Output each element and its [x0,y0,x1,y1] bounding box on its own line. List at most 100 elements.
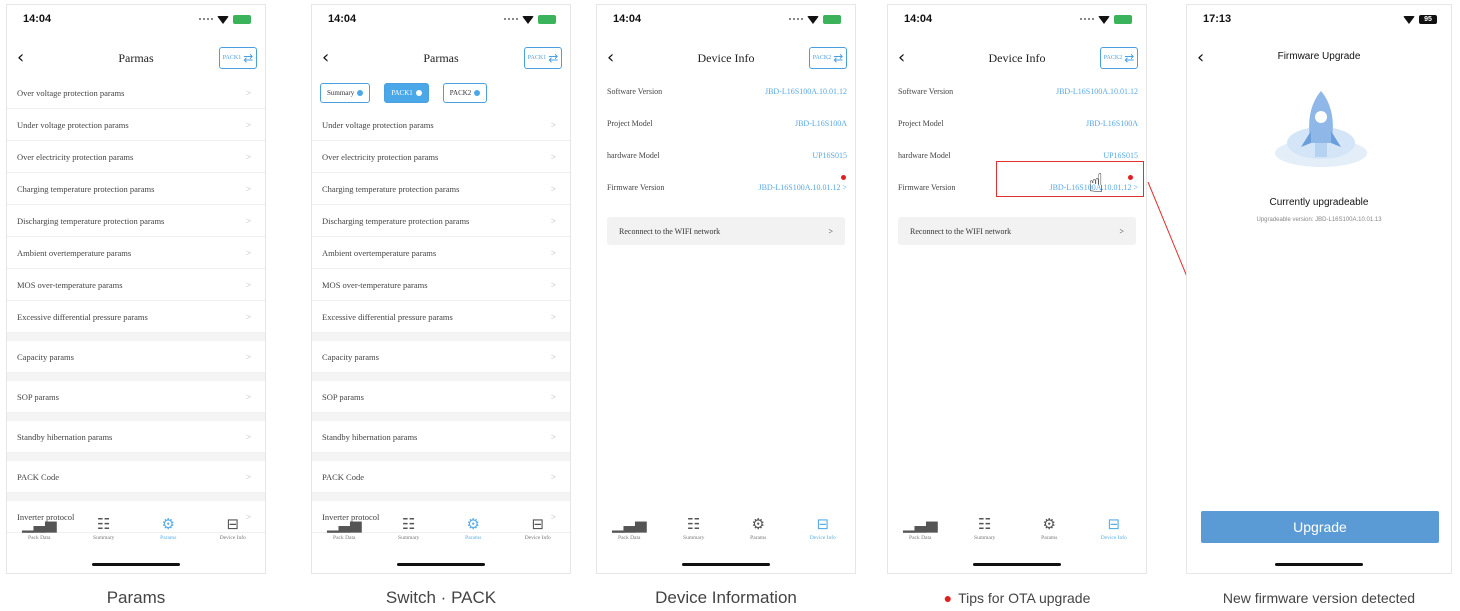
chevron-right-icon: > [245,279,251,290]
reconnect-wifi-button[interactable]: Reconnect to the WIFI network > [607,217,845,245]
pack-switch-button[interactable]: PACK2 ⇄ [1100,47,1138,69]
list-item[interactable]: Ambient overtemperature params > [312,237,570,269]
signal-icon [1080,18,1094,21]
device-info-list: Software Version JBD-L16S100A.10.01.12 Pr… [597,75,855,203]
list-item[interactable]: Standby hibernation params > [312,421,570,453]
check-icon [415,90,422,96]
tab-pack-data[interactable]: ▁▃▅ Pack Data [890,515,950,551]
list-item[interactable]: Discharging temperature protection param… [312,205,570,237]
grid-icon: ☷ [978,515,992,533]
caption-params: Params [106,588,166,607]
tab-params[interactable]: ⚙ Params [728,515,788,551]
section-divider [7,413,265,421]
tab-pack-data[interactable]: ▁▃▅ Pack Data [314,515,374,551]
list-item[interactable]: Under voltage protection params > [312,109,570,141]
list-item[interactable]: Ambient overtemperature params > [7,237,265,269]
upgrade-button[interactable]: Upgrade [1201,511,1439,543]
list-item[interactable]: Over electricity protection params > [7,141,265,173]
status-bar: 14:04 [597,13,855,29]
list-item[interactable]: Under voltage protection params > [7,109,265,141]
list-item[interactable]: MOS over-temperature params > [312,269,570,301]
tab-summary[interactable]: ☷ Summary [955,515,1015,551]
tab-params[interactable]: ⚙ Params [1019,515,1079,551]
tab-summary[interactable]: ☷ Summary [664,515,724,551]
tab-params[interactable]: ⚙ Params [443,515,503,551]
section-divider [7,373,265,381]
reconnect-wifi-button[interactable]: Reconnect to the WIFI network > [898,217,1136,245]
list-item[interactable]: Excessive differential pressure params > [7,301,265,333]
update-badge [841,175,846,180]
wifi-icon [807,15,819,24]
home-indicator [682,563,770,566]
rocket-icon [1275,91,1367,167]
tab-summary[interactable]: ☷ Summary [74,515,134,551]
home-indicator [1275,563,1363,566]
switch-icon: ⇄ [1124,51,1135,65]
status-time: 14:04 [328,13,357,25]
pack-switch-button[interactable]: PACK1 ⇄ [219,47,257,69]
wifi-icon [1403,15,1415,24]
battery-icon [823,15,841,24]
section-divider [7,333,265,341]
list-item[interactable]: SOP params > [312,381,570,413]
tab-summary[interactable]: ☷ Summary [379,515,439,551]
tab-device-info[interactable]: ⊟ Device Info [508,515,568,551]
section-divider [312,373,570,381]
list-item[interactable]: Charging temperature protection params > [7,173,265,205]
tab-pack-data[interactable]: ▁▃▅ Pack Data [9,515,69,551]
bar-chart-icon: ▁▃▅ [611,515,647,533]
list-item[interactable]: Charging temperature protection params > [312,173,570,205]
section-divider [312,333,570,341]
pack-switch-button[interactable]: PACK2 ⇄ [809,47,847,69]
list-item[interactable]: Over voltage protection params > [7,77,265,109]
section-divider [7,453,265,461]
chevron-right-icon: > [842,182,847,192]
gear-icon: ⚙ [161,515,175,533]
list-item[interactable]: PACK Code > [7,461,265,493]
list-item[interactable]: Over electricity protection params > [312,141,570,173]
info-row-firmware[interactable]: Firmware Version JBD-L16S100A.10.01.12 > [597,171,855,203]
chevron-right-icon: > [550,279,556,290]
home-indicator [92,563,180,566]
list-item[interactable]: Excessive differential pressure params > [312,301,570,333]
tab-pack-data[interactable]: ▁▃▅ Pack Data [599,515,659,551]
highlight-box [996,161,1144,197]
tab-device-info[interactable]: ⊟ Device Info [203,515,263,551]
section-divider [7,493,265,501]
chevron-right-icon: > [550,119,556,130]
status-time: 14:04 [613,13,642,25]
segment-pack1[interactable]: PACK1 [384,83,429,103]
params-list: Summary PACK1 PACK2 Under voltage protec… [312,77,570,533]
phone-firmware-upgrade: 17:13 95 ‹ Firmware Upgrade Currently up… [1186,4,1452,574]
list-item[interactable]: Standby hibernation params > [7,421,265,453]
tab-params[interactable]: ⚙ Params [138,515,198,551]
chevron-right-icon: > [550,351,556,362]
chevron-right-icon: > [828,226,833,236]
segment-summary[interactable]: Summary [320,83,371,103]
bar-chart-icon: ▁▃▅ [326,515,362,533]
device-icon: ⊟ [1107,515,1121,533]
tab-device-info[interactable]: ⊟ Device Info [1084,515,1144,551]
list-item[interactable]: MOS over-temperature params > [7,269,265,301]
list-item[interactable]: Capacity params > [312,341,570,373]
segment-pack2[interactable]: PACK2 [442,83,488,103]
status-bar: 14:04 [312,13,570,29]
list-item[interactable]: SOP params > [7,381,265,413]
status-bar: 14:04 [888,13,1146,29]
update-badge [1128,175,1133,180]
phone-device-info: 14:04 ‹ Device Info PACK2 ⇄ Software Vers… [596,4,856,574]
chevron-right-icon: > [245,87,251,98]
pack-switch-button[interactable]: PACK1 ⇄ [524,47,562,69]
status-time: 14:04 [904,13,933,25]
info-row-hardware: hardware Model UP16S015 [607,150,847,160]
chevron-right-icon: > [245,247,251,258]
switch-icon: ⇄ [548,51,559,65]
grid-icon: ☷ [687,515,701,533]
tab-device-info[interactable]: ⊟ Device Info [793,515,853,551]
list-item[interactable]: Discharging temperature protection param… [7,205,265,237]
status-time: 14:04 [23,13,52,25]
chevron-right-icon: > [245,431,251,442]
list-item[interactable]: PACK Code > [312,461,570,493]
chevron-right-icon: > [550,391,556,402]
list-item[interactable]: Capacity params > [7,341,265,373]
